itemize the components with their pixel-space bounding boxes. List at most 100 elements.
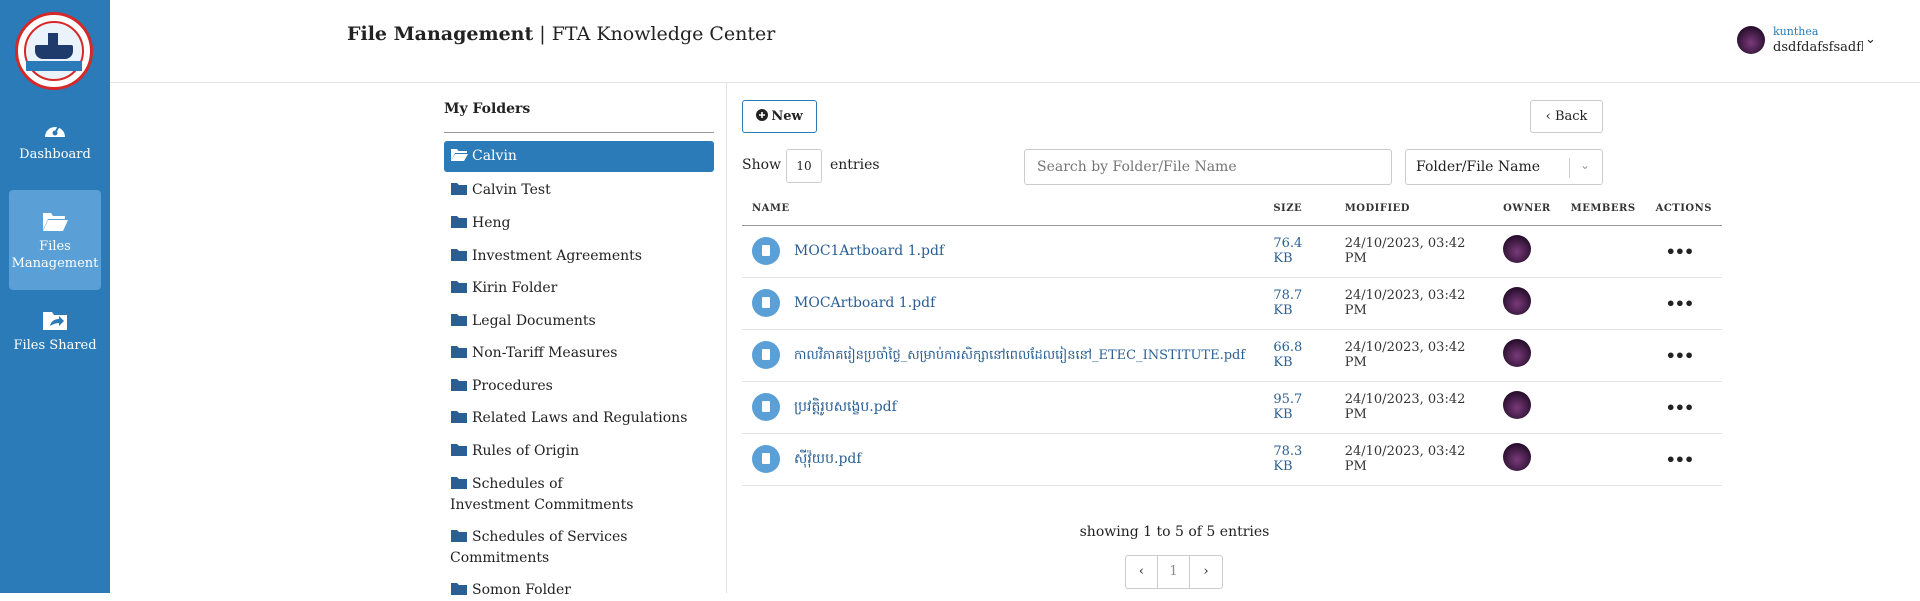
table-row[interactable]: ប្រវត្តិរូបសង្ខេប.pdf 95.7 KB 24/10/2023… bbox=[742, 381, 1722, 434]
file-modified: 24/10/2023, 03:42 PM bbox=[1334, 225, 1494, 278]
sidebar-item-label: Files Shared bbox=[13, 338, 97, 353]
folder-icon bbox=[451, 216, 467, 228]
folder-icon bbox=[451, 249, 467, 261]
prev-page-button[interactable]: ‹ bbox=[1126, 556, 1158, 588]
folder-item[interactable]: Investment Agreements bbox=[444, 246, 714, 267]
file-pdf-icon bbox=[752, 393, 780, 421]
folder-item[interactable]: Heng bbox=[444, 213, 714, 234]
more-actions-icon[interactable]: ••• bbox=[1666, 450, 1695, 469]
search-field-select[interactable]: Folder/File Name ⌄ bbox=[1405, 149, 1603, 185]
more-actions-icon[interactable]: ••• bbox=[1666, 294, 1695, 313]
table-row[interactable]: MOC1Artboard 1.pdf 76.4 KB 24/10/2023, 0… bbox=[742, 225, 1722, 278]
file-pdf-icon bbox=[752, 237, 780, 265]
column-header-size[interactable]: SIZE bbox=[1263, 193, 1335, 226]
file-pdf-icon bbox=[752, 341, 780, 369]
owner-avatar bbox=[1503, 235, 1532, 263]
owner-avatar bbox=[1503, 391, 1532, 419]
user-menu[interactable]: kunthea dsdfdafsfsadfl ⌄ bbox=[1737, 25, 1882, 58]
file-modified: 24/10/2023, 03:42 PM bbox=[1334, 277, 1494, 330]
chevron-down-icon[interactable]: ⌄ bbox=[1865, 32, 1876, 47]
folder-item[interactable]: Kirin Folder bbox=[444, 278, 714, 299]
column-header-actions: ACTIONS bbox=[1645, 193, 1722, 226]
file-size: 76.4 KB bbox=[1263, 225, 1335, 278]
folder-tree-heading: My Folders bbox=[444, 101, 531, 117]
new-button[interactable]: New bbox=[742, 100, 817, 133]
owner-avatar bbox=[1503, 339, 1532, 367]
pagination-info: showing 1 to 5 of 5 entries bbox=[1079, 524, 1270, 540]
members-cell bbox=[1560, 433, 1646, 486]
next-page-button[interactable]: › bbox=[1190, 556, 1222, 588]
pagination: ‹ 1 › bbox=[1125, 555, 1223, 589]
folder-item[interactable]: Non-Tariff Measures bbox=[444, 343, 714, 364]
members-cell bbox=[1560, 329, 1646, 382]
folder-item[interactable]: Related Laws and Regulations bbox=[444, 408, 714, 429]
file-pdf-icon bbox=[752, 289, 780, 317]
search-input[interactable] bbox=[1024, 149, 1392, 185]
chevron-down-icon: ⌄ bbox=[1579, 158, 1590, 172]
folder-item[interactable]: Legal Documents bbox=[444, 311, 714, 332]
folder-open-icon bbox=[451, 149, 468, 161]
show-label: Show bbox=[742, 157, 782, 173]
divider bbox=[444, 132, 714, 133]
folder-item[interactable]: Procedures bbox=[444, 376, 714, 397]
folder-share-icon bbox=[43, 312, 67, 330]
folder-item-calvin[interactable]: Calvin bbox=[444, 141, 714, 172]
page-button[interactable]: 1 bbox=[1158, 556, 1190, 588]
more-actions-icon[interactable]: ••• bbox=[1666, 242, 1695, 261]
sidebar-item-label: Dashboard bbox=[19, 147, 91, 162]
file-name-link[interactable]: MOCArtboard 1.pdf bbox=[794, 295, 935, 311]
folder-item[interactable]: Calvin Test bbox=[444, 180, 714, 201]
folder-item[interactable]: Somon Folder bbox=[444, 580, 714, 601]
chevron-left-icon: ‹ bbox=[1545, 109, 1555, 124]
file-pdf-icon bbox=[752, 445, 780, 473]
members-cell bbox=[1560, 381, 1646, 434]
more-actions-icon[interactable]: ••• bbox=[1666, 398, 1695, 417]
file-size: 95.7 KB bbox=[1263, 381, 1335, 434]
more-actions-icon[interactable]: ••• bbox=[1666, 346, 1695, 365]
folder-icon bbox=[451, 411, 467, 423]
members-cell bbox=[1560, 225, 1646, 278]
sidebar: Dashboard Files Management Files Shared bbox=[0, 0, 110, 593]
owner-avatar bbox=[1503, 443, 1532, 471]
folder-item[interactable]: Rules of Origin bbox=[444, 441, 714, 462]
sidebar-item-files-shared[interactable]: Files Shared bbox=[9, 309, 101, 361]
file-size: 78.3 KB bbox=[1263, 433, 1335, 486]
folder-icon bbox=[451, 583, 467, 595]
folder-item[interactable]: Schedules of Services Commitments bbox=[444, 527, 644, 569]
column-header-name[interactable]: NAME bbox=[742, 193, 1264, 226]
column-header-members: MEMBERS bbox=[1560, 193, 1646, 226]
gauge-icon bbox=[45, 125, 65, 137]
file-name-link[interactable]: ប្រវត្តិរូបសង្ខេប.pdf bbox=[794, 399, 897, 415]
folder-item[interactable]: Schedules of Investment Commitments bbox=[444, 474, 644, 516]
user-avatar bbox=[1737, 26, 1765, 54]
folder-icon bbox=[451, 444, 467, 456]
back-button[interactable]: ‹ Back bbox=[1530, 100, 1603, 133]
folder-icon bbox=[451, 379, 467, 391]
folder-icon bbox=[451, 314, 467, 326]
folder-icon bbox=[451, 281, 467, 293]
sidebar-item-files-management[interactable]: Files Management bbox=[9, 190, 101, 290]
column-header-modified[interactable]: MODIFIED bbox=[1334, 193, 1494, 226]
ministry-logo[interactable] bbox=[15, 12, 93, 90]
plus-circle-icon bbox=[756, 109, 769, 121]
file-list-panel: New ‹ Back Show 10 entries Folder/File N… bbox=[742, 83, 1722, 593]
sidebar-item-dashboard[interactable]: Dashboard bbox=[9, 118, 101, 170]
table-row[interactable]: ស៊ីវ៉ុយប.pdf 78.3 KB 24/10/2023, 03:42 P… bbox=[742, 433, 1722, 486]
file-modified: 24/10/2023, 03:42 PM bbox=[1334, 381, 1494, 434]
file-name-link[interactable]: MOC1Artboard 1.pdf bbox=[794, 243, 944, 259]
folder-icon bbox=[451, 530, 467, 542]
file-name-link[interactable]: កាលវិភាគរៀនប្រចាំថ្ងៃ_សម្រាប់ការសិក្សានៅ… bbox=[794, 348, 1245, 363]
table-row[interactable]: MOCArtboard 1.pdf 78.7 KB 24/10/2023, 03… bbox=[742, 277, 1722, 330]
folder-icon bbox=[451, 346, 467, 358]
column-header-owner: OWNER bbox=[1493, 193, 1561, 226]
page-title: File Management | FTA Knowledge Center bbox=[347, 23, 776, 45]
owner-avatar bbox=[1503, 287, 1532, 315]
folder-tree: My Folders Calvin Calvin Test Heng Inves… bbox=[444, 83, 727, 598]
folder-icon bbox=[451, 183, 467, 195]
file-name-link[interactable]: ស៊ីវ៉ុយប.pdf bbox=[794, 451, 862, 467]
user-name: kunthea bbox=[1773, 25, 1819, 38]
entries-per-page-select[interactable]: 10 bbox=[786, 149, 822, 183]
file-table: NAME SIZE MODIFIED OWNER MEMBERS ACTIONS… bbox=[742, 193, 1722, 486]
members-cell bbox=[1560, 277, 1646, 330]
table-row[interactable]: កាលវិភាគរៀនប្រចាំថ្ងៃ_សម្រាប់ការសិក្សានៅ… bbox=[742, 329, 1722, 382]
